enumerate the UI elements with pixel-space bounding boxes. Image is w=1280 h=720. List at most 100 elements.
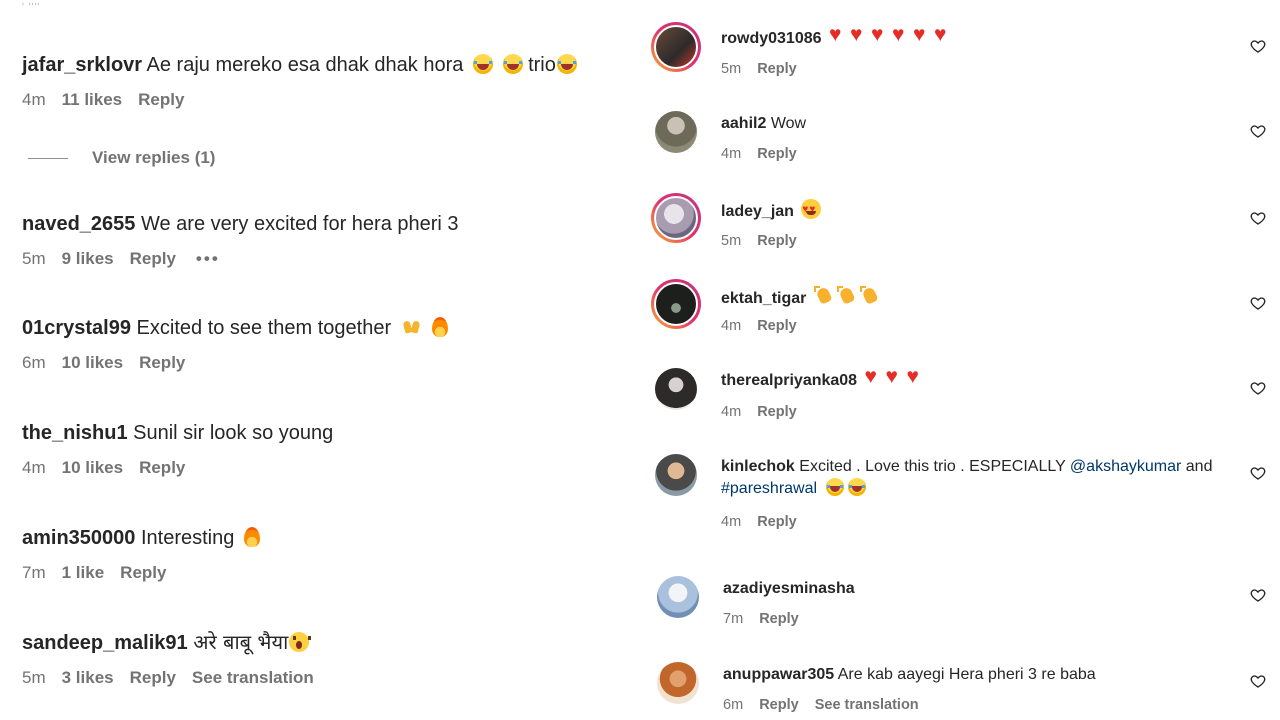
comment-username[interactable]: amin350000 [22,527,135,549]
laughing-emoji-icon [472,54,493,74]
comment-meta: 4m Reply [721,318,809,334]
comment-username[interactable]: ektah_tigar [721,290,806,307]
avatar[interactable] [651,279,701,329]
mention-link[interactable]: @akshaykumar [1070,458,1181,475]
clapping-hands-emoji-icon [813,286,834,306]
reply-button[interactable]: Reply [120,563,166,583]
like-count[interactable]: 3 likes [62,668,114,688]
comment-time: 5m [721,61,742,77]
comment-username[interactable]: aahil2 [721,115,766,132]
comment-time: 6m [723,697,744,713]
comment-item: 01crystal99 Excited to see them together… [22,315,449,373]
hashtag-link[interactable]: #pareshrawal [721,480,817,497]
comment-meta: 6m 10 likes Reply [22,353,448,373]
comment-time: 6m [22,353,46,372]
like-count[interactable]: 1 like [62,563,105,583]
reply-button[interactable]: Reply [757,318,797,334]
comment-item: sandeep_malik91 अरे बाबू भैया 5m 3 likes… [22,629,330,688]
comment-text-connector: and [1185,458,1213,475]
heart-outline-icon[interactable] [1250,465,1266,481]
comment-username[interactable]: sandeep_malik91 [22,632,188,654]
laughing-emoji-icon [556,54,577,74]
reply-button[interactable]: Reply [757,146,797,162]
heart-outline-icon[interactable] [1250,210,1266,226]
comment-username[interactable]: ladey_jan [721,203,794,220]
heart-outline-icon[interactable] [1250,380,1266,396]
see-translation-button[interactable]: See translation [192,668,314,688]
red-heart-emoji-icon [850,24,868,46]
comment-item: jafar_srklovr Ae raju mereko esa dhak dh… [22,52,577,110]
heart-outline-icon[interactable] [1250,295,1266,311]
heart-eyes-emoji-icon [801,199,822,221]
clapping-hands-emoji-icon [836,286,857,306]
reply-button[interactable]: Reply [757,61,797,77]
like-count[interactable]: 9 likes [62,249,114,269]
like-count[interactable]: 10 likes [62,458,123,478]
fire-emoji-icon [432,317,449,337]
comment-text: Excited to see them together [136,317,392,339]
comment-username[interactable]: kinlechok [721,458,795,475]
comment-item: amin350000 Interesting 7m 1 like Reply [22,525,260,583]
comment-text: Sunil sir look so young [133,422,334,444]
heart-outline-icon[interactable] [1250,673,1266,689]
avatar[interactable] [655,454,697,496]
heart-outline-icon[interactable] [1250,38,1266,54]
more-dots-icon[interactable]: ••• [196,249,220,269]
comment-username[interactable]: the_nishu1 [22,422,128,444]
comment-text-suffix: trio [528,54,556,76]
comment-meta: 5m Reply [721,233,809,249]
reply-button[interactable]: Reply [130,668,176,688]
reply-button[interactable]: Reply [139,458,185,478]
comment-username[interactable]: jafar_srklovr [22,54,142,76]
avatar[interactable] [657,576,699,618]
comment-time: 4m [721,514,742,530]
comment-username[interactable]: naved_2655 [22,213,135,235]
comment-username[interactable]: therealpriyanka08 [721,372,857,389]
avatar[interactable] [655,368,697,410]
reply-button[interactable]: Reply [130,249,176,269]
comment-time: 4m [721,318,742,334]
see-translation-button[interactable]: See translation [815,697,919,713]
comment-text: अरे बाबू भैया [193,630,289,654]
view-replies-button[interactable]: View replies (1) [28,148,215,168]
reply-button[interactable]: Reply [757,404,797,420]
clapping-emoji-group [811,286,880,307]
comment-username[interactable]: 01crystal99 [22,317,131,339]
comment-meta: 5m Reply [721,61,809,77]
laughing-emoji-icon [847,478,866,496]
left-comment-pane: ' '''' jafar_srklovr Ae raju mereko esa … [0,0,640,720]
reply-button[interactable]: Reply [759,611,799,627]
fire-emoji-icon [243,527,260,547]
comment-time: 4m [22,458,46,477]
laughing-emoji-icon [825,478,844,496]
like-count[interactable]: 11 likes [62,90,123,110]
reply-button[interactable]: Reply [138,90,184,110]
heart-outline-icon[interactable] [1250,587,1266,603]
reply-button[interactable]: Reply [759,697,799,713]
comment-meta: 4m 11 likes Reply [22,90,577,110]
comment-time: 5m [22,668,46,687]
comment-text: We are very excited for hera pheri 3 [140,213,459,235]
comment-meta: 4m Reply [721,146,809,162]
comment-time: 4m [721,404,742,420]
avatar[interactable] [651,22,701,72]
comment-time: 7m [22,563,46,582]
avatar[interactable] [657,662,699,704]
reply-button[interactable]: Reply [139,353,185,373]
red-heart-emoji-icon [934,24,952,46]
avatar[interactable] [651,193,701,243]
comment-meta: 4m Reply [721,514,809,530]
reply-button[interactable]: Reply [757,233,797,249]
comment-time: 5m [22,249,46,268]
like-count[interactable]: 10 likes [62,353,123,373]
avatar[interactable] [655,111,697,153]
heart-outline-icon[interactable] [1250,123,1266,139]
comment-time: 7m [723,611,744,627]
comment-username[interactable]: rowdy031086 [721,30,822,47]
red-heart-emoji-icon [871,24,889,46]
comment-username[interactable]: anuppawar305 [723,666,834,683]
comment-time: 4m [721,146,742,162]
comment-username[interactable]: azadiyesminasha [723,580,855,597]
clapping-hands-emoji-icon [859,286,880,306]
reply-button[interactable]: Reply [757,514,797,530]
